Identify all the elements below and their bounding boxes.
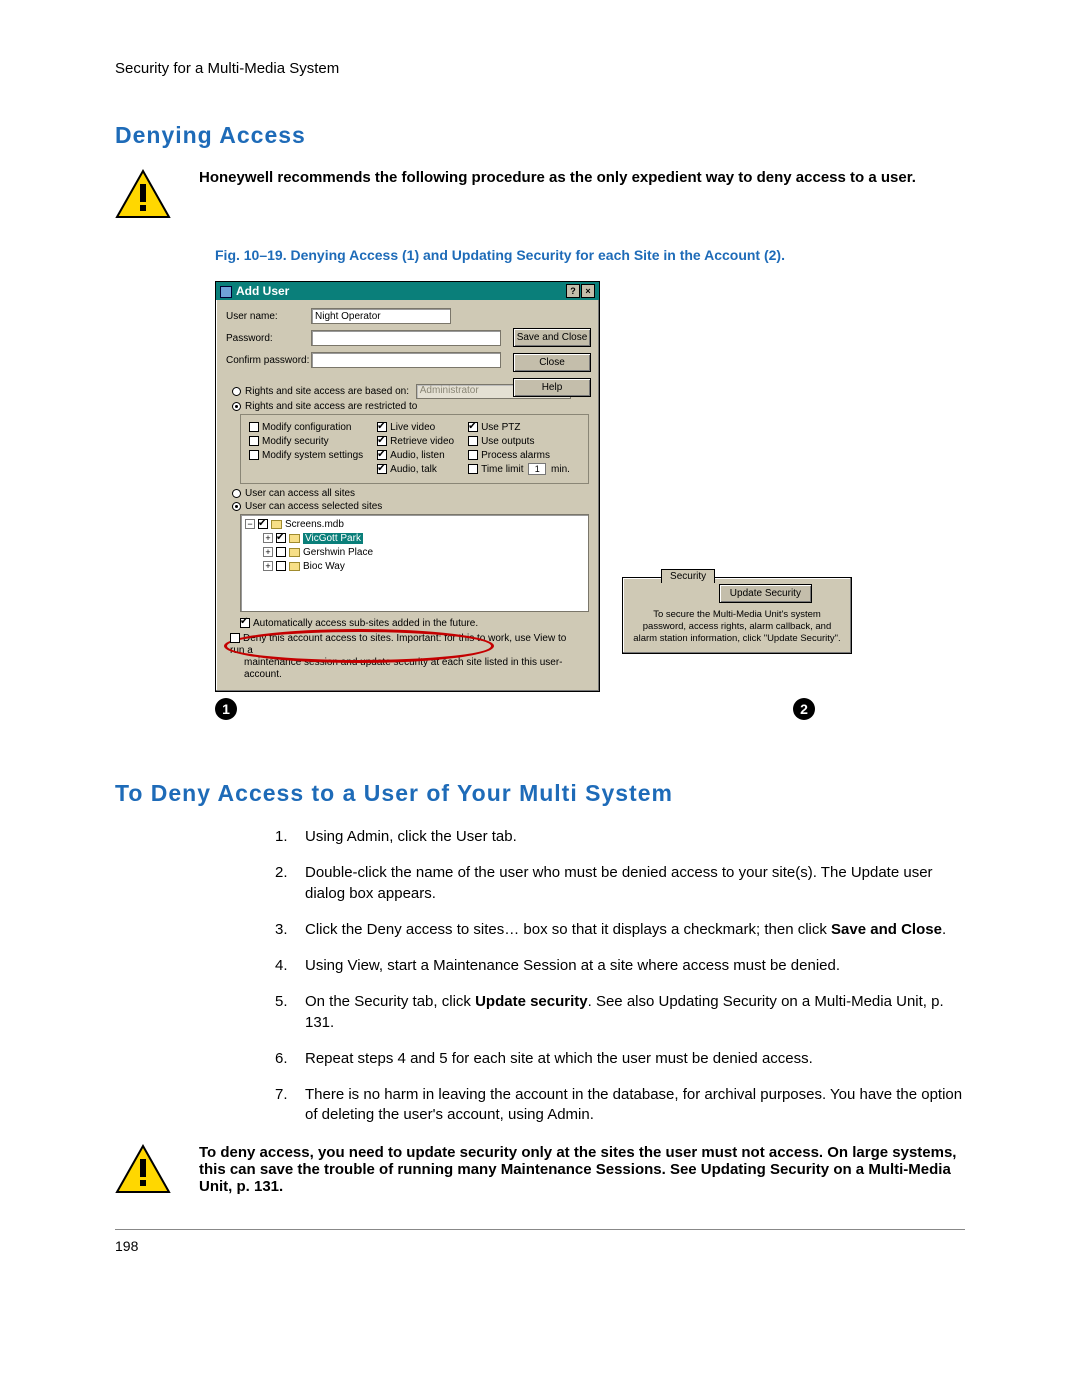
update-security-button[interactable]: Update Security (719, 584, 812, 603)
chk-use-outputs[interactable]: Use outputs (481, 436, 534, 447)
running-header: Security for a Multi-Media System (115, 60, 965, 77)
step-6: Repeat steps 4 and 5 for each site at wh… (275, 1049, 965, 1069)
chk-modify-config[interactable]: Modify configuration (262, 422, 352, 433)
help-button[interactable]: Help (513, 378, 591, 397)
chk-use-ptz[interactable]: Use PTZ (481, 422, 520, 433)
callout-2-icon: 2 (793, 698, 815, 720)
section-title-denying-access: Denying Access (115, 122, 965, 149)
footer-rule (115, 1229, 965, 1230)
warning-text-2: To deny access, you need to update secur… (199, 1144, 965, 1195)
chk-modify-system[interactable]: Modify system settings (262, 450, 363, 461)
sites-tree[interactable]: −Screens.mdb +VicGott Park +Gershwin Pla… (240, 514, 589, 612)
save-and-close-button[interactable]: Save and Close (513, 328, 591, 347)
security-panel: Security Update Security To secure the M… (622, 577, 852, 654)
chk-live-video[interactable]: Live video (390, 422, 435, 433)
add-user-dialog: Add User ? × Save and Close Close Help U… (215, 281, 600, 692)
warning-icon (115, 169, 171, 219)
close-button[interactable]: Close (513, 353, 591, 372)
radio-all-sites[interactable]: User can access all sites (232, 488, 589, 499)
callout-1-icon: 1 (215, 698, 237, 720)
chk-retrieve-video[interactable]: Retrieve video (390, 436, 454, 447)
username-label: User name: (226, 311, 311, 322)
step-5: On the Security tab, click Update securi… (275, 992, 965, 1033)
radio-restricted-to[interactable]: Rights and site access are restricted to (232, 401, 589, 412)
warning-text-1: Honeywell recommends the following proce… (199, 169, 916, 186)
password-input[interactable] (311, 330, 501, 346)
section-title-to-deny: To Deny Access to a User of Your Multi S… (115, 780, 965, 807)
warning-icon (115, 1144, 171, 1194)
tree-vicgott: VicGott Park (303, 533, 363, 544)
chk-auto-access[interactable]: Automatically access sub-sites added in … (253, 618, 478, 629)
rights-group: Modify configuration Modify security Mod… (240, 414, 589, 484)
tree-bioc: Bioc Way (303, 561, 345, 572)
tree-gershwin: Gershwin Place (303, 547, 373, 558)
chk-audio-talk[interactable]: Audio, talk (390, 464, 437, 475)
password-label: Password: (226, 333, 311, 344)
step-4: Using View, start a Maintenance Session … (275, 956, 965, 976)
page-number: 198 (115, 1238, 965, 1254)
dialog-help-button[interactable]: ? (566, 284, 580, 298)
radio-selected-sites[interactable]: User can access selected sites (232, 501, 589, 512)
security-tab[interactable]: Security (661, 569, 715, 583)
username-input[interactable] (311, 308, 451, 324)
dialog-close-button[interactable]: × (581, 284, 595, 298)
chk-time-limit[interactable]: Time limit (481, 464, 523, 475)
chk-process-alarms[interactable]: Process alarms (481, 450, 550, 461)
confirm-password-input[interactable] (311, 352, 501, 368)
chk-audio-listen[interactable]: Audio, listen (390, 450, 444, 461)
step-7: There is no harm in leaving the account … (275, 1085, 965, 1126)
security-note: To secure the Multi-Media Unit's system … (631, 609, 843, 645)
steps-list: Using Admin, click the User tab. Double-… (275, 827, 965, 1126)
step-3: Click the Deny access to sites… box so t… (275, 920, 965, 940)
dialog-title: Add User (220, 284, 289, 298)
deny-access-checkbox-area[interactable]: Deny this account access to sites. Impor… (230, 633, 583, 681)
time-limit-spinner[interactable]: 1 (528, 463, 546, 475)
step-2: Double-click the name of the user who mu… (275, 863, 965, 904)
figure-caption: Fig. 10–19. Denying Access (1) and Updat… (215, 247, 965, 263)
confirm-password-label: Confirm password: (226, 355, 311, 366)
step-1: Using Admin, click the User tab. (275, 827, 965, 847)
chk-modify-security[interactable]: Modify security (262, 436, 329, 447)
